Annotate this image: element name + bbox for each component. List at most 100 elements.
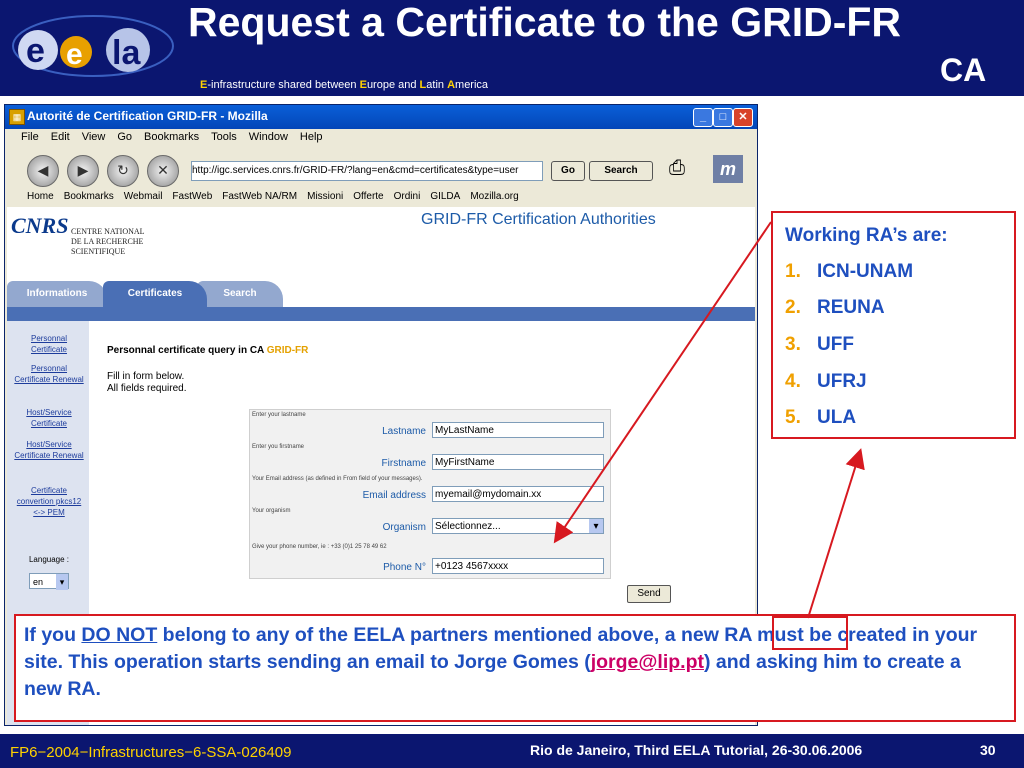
email-link[interactable]: jorge@lip.pt bbox=[591, 651, 704, 673]
send-button[interactable]: Send bbox=[627, 585, 671, 603]
sidebar-link-personal-renewal[interactable]: Personnal Certificate Renewal bbox=[13, 363, 85, 385]
ra-list-item: 1. ICN-UNAM bbox=[785, 261, 913, 283]
organism-label: Organism bbox=[382, 522, 426, 533]
bookmark-item[interactable]: Mozilla.org bbox=[470, 191, 518, 202]
ra-list-item: 5. ULA bbox=[785, 407, 856, 429]
language-select[interactable]: en ▾ bbox=[29, 573, 69, 590]
page-number: 30 bbox=[980, 742, 996, 758]
footer-project-id: FP6−2004−Infrastructures−6-SSA-026409 bbox=[10, 744, 292, 761]
bookmark-item[interactable]: Offerte bbox=[353, 191, 383, 202]
firstname-label: Firstname bbox=[381, 458, 426, 469]
bookmark-home[interactable]: Home bbox=[27, 191, 54, 202]
cnrs-name-line: CENTRE NATIONAL bbox=[71, 227, 145, 236]
close-button[interactable]: ✕ bbox=[733, 108, 753, 127]
ra-title: Working RA’s are: bbox=[785, 225, 948, 246]
url-input[interactable]: http://igc.services.cnrs.fr/GRID-FR/?lan… bbox=[191, 161, 543, 181]
subtitle-part: A bbox=[447, 79, 456, 91]
ra-name: UFRJ bbox=[817, 371, 867, 392]
menu-go[interactable]: Go bbox=[117, 131, 132, 143]
subtitle-part: urope and bbox=[366, 79, 420, 91]
sidebar-link-conversion[interactable]: Certificate convertion pkcs12 <-> PEM bbox=[13, 485, 85, 518]
firstname-input[interactable]: MyFirstName bbox=[432, 454, 604, 470]
note-above: above bbox=[597, 624, 654, 646]
lastname-input[interactable]: MyLastName bbox=[432, 422, 604, 438]
search-button[interactable]: Search bbox=[589, 161, 653, 181]
window-titlebar[interactable]: ▦ Autorité de Certification GRID-FR - Mo… bbox=[5, 105, 757, 129]
note-box: If you DO NOT belong to any of the EELA … bbox=[14, 614, 1016, 722]
cnrs-name: CENTRE NATIONAL DE LA RECHERCHE SCIENTIF… bbox=[71, 227, 145, 257]
menu-window[interactable]: Window bbox=[249, 131, 288, 143]
note-text: If you DO NOT belong to any of the EELA … bbox=[24, 622, 1004, 703]
ra-number: 5. bbox=[785, 407, 801, 428]
slide-title-line2: CA bbox=[940, 52, 987, 88]
form-intro-line: Fill in form below. bbox=[107, 371, 185, 382]
bookmark-item[interactable]: Webmail bbox=[124, 191, 163, 202]
form-intro: Fill in form below. All fields required. bbox=[107, 371, 186, 395]
bookmark-item[interactable]: GILDA bbox=[430, 191, 460, 202]
forward-icon[interactable]: ▶ bbox=[67, 155, 99, 187]
email-input[interactable]: myemail@mydomain.xx bbox=[432, 486, 604, 502]
maximize-button[interactable]: □ bbox=[713, 108, 733, 127]
menu-bookmarks[interactable]: Bookmarks bbox=[144, 131, 199, 143]
slide-title: Request a Certificate to the GRID-FR bbox=[188, 0, 902, 45]
sidebar-link-host-renewal[interactable]: Host/Service Certificate Renewal bbox=[13, 439, 85, 461]
menu-help[interactable]: Help bbox=[300, 131, 323, 143]
sidebar-link-host-certificate[interactable]: Host/Service Certificate bbox=[13, 407, 85, 429]
tab-certificates[interactable]: Certificates bbox=[103, 281, 207, 307]
form-heading-ca: GRID-FR bbox=[266, 345, 309, 356]
subtitle-part: E bbox=[359, 79, 367, 91]
cnrs-logo: CNRS bbox=[11, 213, 69, 238]
minimize-button[interactable]: _ bbox=[693, 108, 713, 127]
organism-value: Sélectionnez... bbox=[435, 521, 501, 532]
ra-name: REUNA bbox=[817, 297, 885, 318]
organism-select[interactable]: Sélectionnez... ▾ bbox=[432, 518, 604, 534]
tab-underline-bar bbox=[7, 307, 755, 321]
site-title: GRID-FR Certification Authorities bbox=[421, 211, 656, 228]
subtitle-part: atin bbox=[426, 79, 448, 91]
tab-search[interactable]: Search bbox=[197, 281, 283, 307]
sidebar-link-personal-certificate[interactable]: Personnal Certificate bbox=[13, 333, 85, 355]
email-label: Email address bbox=[362, 490, 426, 501]
menu-view[interactable]: View bbox=[82, 131, 106, 143]
menu-edit[interactable]: Edit bbox=[51, 131, 70, 143]
print-icon[interactable]: ⎙ bbox=[669, 157, 699, 183]
phone-input[interactable]: +0123 4567xxxx bbox=[432, 558, 604, 574]
working-ra-box: Working RA’s are: 1. ICN-UNAM 2. REUNA 3. U… bbox=[771, 211, 1016, 439]
stop-icon[interactable]: ✕ bbox=[147, 155, 179, 187]
go-button[interactable]: Go bbox=[551, 161, 585, 181]
reload-icon[interactable]: ↻ bbox=[107, 155, 139, 187]
bookmark-item[interactable]: Ordini bbox=[394, 191, 421, 202]
subtitle-part: merica bbox=[455, 79, 489, 91]
svg-text:e: e bbox=[26, 32, 45, 70]
ra-name: ICN-UNAM bbox=[817, 261, 914, 282]
field-hint: Your organism bbox=[252, 508, 291, 514]
lastname-label: Lastname bbox=[382, 426, 426, 437]
chevron-down-icon: ▾ bbox=[589, 519, 603, 533]
tab-informations[interactable]: Informations bbox=[7, 281, 107, 307]
bookmark-item[interactable]: FastWeb bbox=[172, 191, 212, 202]
above-highlight-box bbox=[772, 616, 848, 650]
ra-number: 1. bbox=[785, 261, 801, 282]
menu-file[interactable]: File bbox=[21, 131, 39, 143]
bookmark-item[interactable]: FastWeb NA/RM bbox=[222, 191, 297, 202]
ra-name: UFF bbox=[817, 334, 854, 355]
phone-label: Phone N° bbox=[383, 562, 426, 573]
subtitle-part: -infrastructure shared between bbox=[207, 79, 360, 91]
cnrs-name-line: DE LA RECHERCHE bbox=[71, 237, 144, 246]
svg-text:la: la bbox=[112, 34, 141, 72]
mozilla-icon[interactable]: m bbox=[713, 155, 743, 183]
ra-list-item: 3. UFF bbox=[785, 334, 854, 356]
field-hint: Enter your lastname bbox=[252, 412, 306, 418]
back-icon[interactable]: ◀ bbox=[27, 155, 59, 187]
field-hint: Enter you firstname bbox=[252, 444, 305, 450]
form-heading-text: Personnal certificate query in CA bbox=[107, 345, 267, 356]
note-emphasis: DO NOT bbox=[81, 624, 158, 646]
navigation-toolbar: ◀ ▶ ↻ ✕ http://igc.services.cnrs.fr/GRID… bbox=[5, 151, 757, 191]
bookmark-item[interactable]: Bookmarks bbox=[64, 191, 114, 202]
field-hint: Give your phone number, ie : +33 (0)1 25… bbox=[252, 544, 387, 550]
svg-text:e: e bbox=[66, 38, 83, 71]
cnrs-name-line: SCIENTIFIQUE bbox=[71, 247, 126, 256]
bookmark-item[interactable]: Missioni bbox=[307, 191, 343, 202]
menu-tools[interactable]: Tools bbox=[211, 131, 237, 143]
language-value: en bbox=[33, 577, 44, 587]
